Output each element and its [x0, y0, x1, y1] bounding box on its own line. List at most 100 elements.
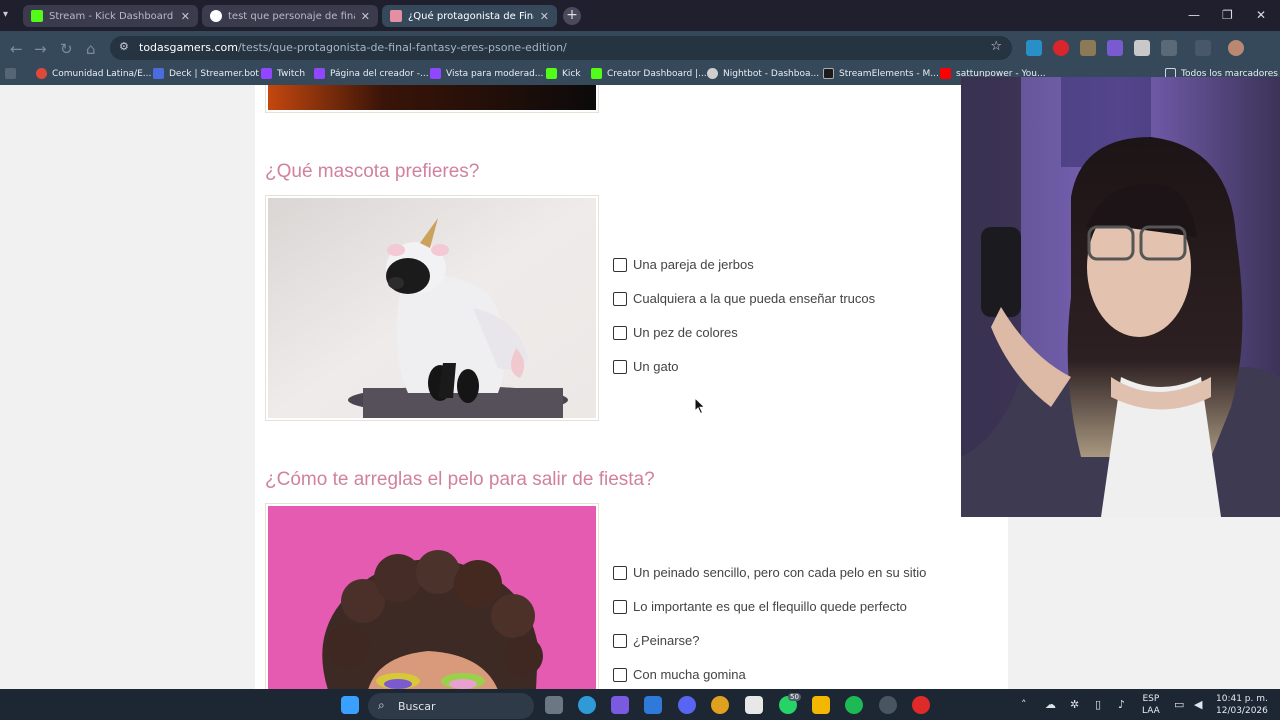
bookmark-item[interactable]: Comunidad Latina/E... [36, 68, 151, 79]
puzzle-extension-icon[interactable] [1134, 40, 1150, 56]
streamlabs-icon[interactable] [912, 696, 930, 714]
profile-avatar[interactable] [1228, 40, 1244, 56]
back-icon[interactable]: ← [10, 40, 23, 58]
spotify-icon[interactable] [845, 696, 863, 714]
answer-option[interactable]: ¿Peinarse? [613, 633, 699, 648]
bookmark-item[interactable]: Twitch [261, 68, 305, 79]
question-image [265, 503, 599, 693]
clock-date: 12/03/2026 [1216, 706, 1268, 716]
extension-icon[interactable] [1107, 40, 1123, 56]
checkbox[interactable] [613, 667, 627, 682]
close-icon[interactable]: ✕ [540, 10, 549, 23]
translate-extension-icon[interactable] [1026, 40, 1042, 56]
close-icon[interactable]: ✕ [181, 10, 190, 23]
checkbox[interactable] [613, 633, 627, 648]
option-label: ¿Peinarse? [633, 633, 700, 648]
address-bar[interactable]: ⚙ todasgamers.com/tests/que-protagonista… [110, 36, 1012, 60]
dog-unicorn-image [268, 198, 596, 418]
answer-option[interactable]: Lo importante es que el flequillo quede … [613, 599, 907, 614]
reload-icon[interactable]: ↻ [60, 40, 73, 58]
bookmark-item[interactable]: Kick [546, 68, 581, 79]
webcam-overlay [961, 77, 1280, 517]
microphone-icon[interactable]: ♪ [1118, 698, 1125, 711]
window-close-icon[interactable]: ✕ [1256, 8, 1266, 22]
capcut-icon[interactable] [745, 696, 763, 714]
question-image [265, 195, 599, 421]
chrome-icon[interactable] [711, 696, 729, 714]
bookmark-item[interactable]: Vista para moderad... [430, 68, 543, 79]
copilot-icon[interactable] [611, 696, 629, 714]
new-tab-button[interactable]: + [563, 7, 581, 25]
opera-extension-icon[interactable] [1053, 40, 1069, 56]
answer-option[interactable]: Un pez de colores [613, 325, 738, 340]
home-icon[interactable]: ⌂ [86, 40, 96, 58]
checkbox[interactable] [613, 565, 627, 580]
forward-icon[interactable]: → [34, 40, 47, 58]
discord-icon[interactable] [678, 696, 696, 714]
question-title: ¿Qué mascota prefieres? [265, 161, 480, 182]
tray-overflow-icon[interactable]: ˄ [1021, 698, 1027, 711]
answer-option[interactable]: Una pareja de jerbos [613, 257, 754, 272]
taskbar-search[interactable]: ⌕ Buscar [368, 693, 534, 719]
bookmark-item[interactable]: StreamElements - M... [823, 68, 939, 79]
checkbox[interactable] [613, 257, 627, 272]
question-title: ¿Cómo te arreglas el pelo para salir de … [265, 469, 655, 490]
task-view-icon[interactable] [545, 696, 563, 714]
previous-question-image [265, 85, 599, 113]
tab-search-icon[interactable]: ▾ [3, 9, 8, 20]
outlook-icon[interactable] [644, 696, 662, 714]
curly-hair-woman-image [268, 506, 596, 690]
bookmark-item[interactable]: Deck | Streamer.bot [153, 68, 259, 79]
bookmark-item[interactable]: Página del creador -... [314, 68, 429, 79]
edge-icon[interactable] [578, 696, 596, 714]
checkbox[interactable] [613, 291, 627, 306]
url-domain: todasgamers.com [139, 41, 238, 54]
taskbar-clock[interactable]: 10:41 p. m. 12/03/2026 [1216, 693, 1268, 717]
ffz-extension-icon[interactable] [1161, 40, 1177, 56]
bookmark-label: Deck | Streamer.bot [169, 68, 259, 79]
bookmark-star-icon[interactable]: ☆ [990, 39, 1002, 54]
bookmark-label: Comunidad Latina/E... [52, 68, 152, 79]
tab-google-search[interactable]: test que personaje de final fantasy ✕ [202, 5, 378, 27]
option-label: Un pez de colores [633, 325, 738, 340]
minimize-icon[interactable]: — [1188, 8, 1200, 22]
file-explorer-icon[interactable] [812, 696, 830, 714]
tab-title: test que personaje de final fantasy [228, 10, 355, 22]
apps-icon[interactable] [5, 68, 21, 79]
answer-option[interactable]: Cualquiera a la que pueda enseñar trucos [613, 291, 875, 306]
lang-code: ESP [1142, 694, 1160, 704]
obs-icon[interactable] [879, 696, 897, 714]
checkbox[interactable] [613, 325, 627, 340]
checkbox[interactable] [613, 359, 627, 374]
whatsapp-badge: 50 [788, 693, 801, 701]
answer-option[interactable]: Con mucha gomina [613, 667, 746, 682]
tray-app-icon[interactable]: ✲ [1070, 698, 1079, 711]
restore-icon[interactable]: ❐ [1222, 8, 1233, 22]
volume-icon[interactable]: ◀ [1194, 698, 1202, 711]
search-icon: ⌕ [378, 698, 385, 712]
google-icon [210, 10, 222, 22]
option-label: Un peinado sencillo, pero con cada pelo … [633, 565, 927, 580]
answer-option[interactable]: Un peinado sencillo, pero con cada pelo … [613, 565, 926, 580]
url-path: /tests/que-protagonista-de-final-fantasy… [237, 41, 567, 54]
close-icon[interactable]: ✕ [361, 10, 370, 23]
windows-start-icon[interactable] [341, 696, 359, 714]
bookmark-label: StreamElements - M... [839, 68, 939, 79]
bookmark-label: Nightbot - Dashboa... [723, 68, 820, 79]
battery-icon[interactable]: ▯ [1095, 698, 1101, 711]
language-indicator[interactable]: ESP LAA [1142, 693, 1160, 717]
network-icon[interactable]: ▭ [1174, 698, 1184, 711]
option-label: Con mucha gomina [633, 667, 746, 682]
extension-icon[interactable] [1195, 40, 1211, 56]
tab-kick-dashboard[interactable]: Stream - Kick Dashboard ✕ [23, 5, 198, 27]
bookmark-item[interactable]: Creator Dashboard |... [591, 68, 707, 79]
onedrive-icon[interactable]: ☁ [1045, 698, 1056, 711]
bookmark-item[interactable]: Nightbot - Dashboa... [707, 68, 819, 79]
checkbox[interactable] [613, 599, 627, 614]
extension-icon[interactable] [1080, 40, 1096, 56]
answer-option[interactable]: Un gato [613, 359, 679, 374]
tab-quiz-active[interactable]: ¿Qué protagonista de Final Fantasy ✕ [382, 5, 557, 27]
bookmark-label: Creator Dashboard |... [607, 68, 707, 79]
url-text: todasgamers.com/tests/que-protagonista-d… [139, 41, 567, 54]
site-info-icon[interactable]: ⚙ [119, 40, 129, 53]
